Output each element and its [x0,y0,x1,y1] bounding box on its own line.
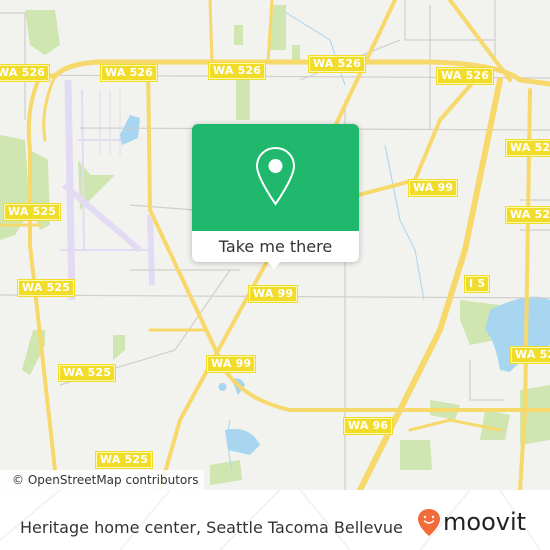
road-shield-wa527: WA 527 [505,139,550,157]
moovit-wordmark: moovit [443,508,526,536]
road-shield-wa525: WA 525 [17,279,76,297]
road-shield-wa526: WA 526 [100,64,159,82]
road-shield-wa527: WA 527 [510,346,550,364]
road-shield-wa526: WA 526 [308,55,367,73]
road-shield-wa525: WA 525 [58,364,117,382]
map-attribution[interactable]: © OpenStreetMap contributors [0,470,205,490]
road-shield-wa99: WA 99 [248,285,299,303]
take-me-there-button[interactable]: Take me there [192,231,359,262]
map-pin-icon [255,146,296,206]
popup-header[interactable] [192,124,359,231]
road-shield-wa99: WA 99 [206,355,257,373]
road-shield-wa525: WA 525 [3,203,62,221]
moovit-logo[interactable]: moovit [417,502,537,546]
road-shield-wa526: WA 526 [208,62,267,80]
road-shield-wa99: WA 99 [408,179,459,197]
airport-runways [60,79,155,301]
location-popup: Take me there [192,124,359,269]
road-shield-wa526: WA 526 [0,64,51,82]
road-shield-wa527: WA 527 [505,206,550,224]
popup-pointer [266,260,282,269]
road-shield-wa526: WA 526 [436,67,495,85]
road-shield-wa525: WA 525 [95,451,154,469]
place-title: Heritage home center, Seattle Tacoma Bel… [20,518,403,537]
road-shield-i5: I 5 [464,275,491,293]
road-shield-wa96: WA 96 [343,417,394,435]
